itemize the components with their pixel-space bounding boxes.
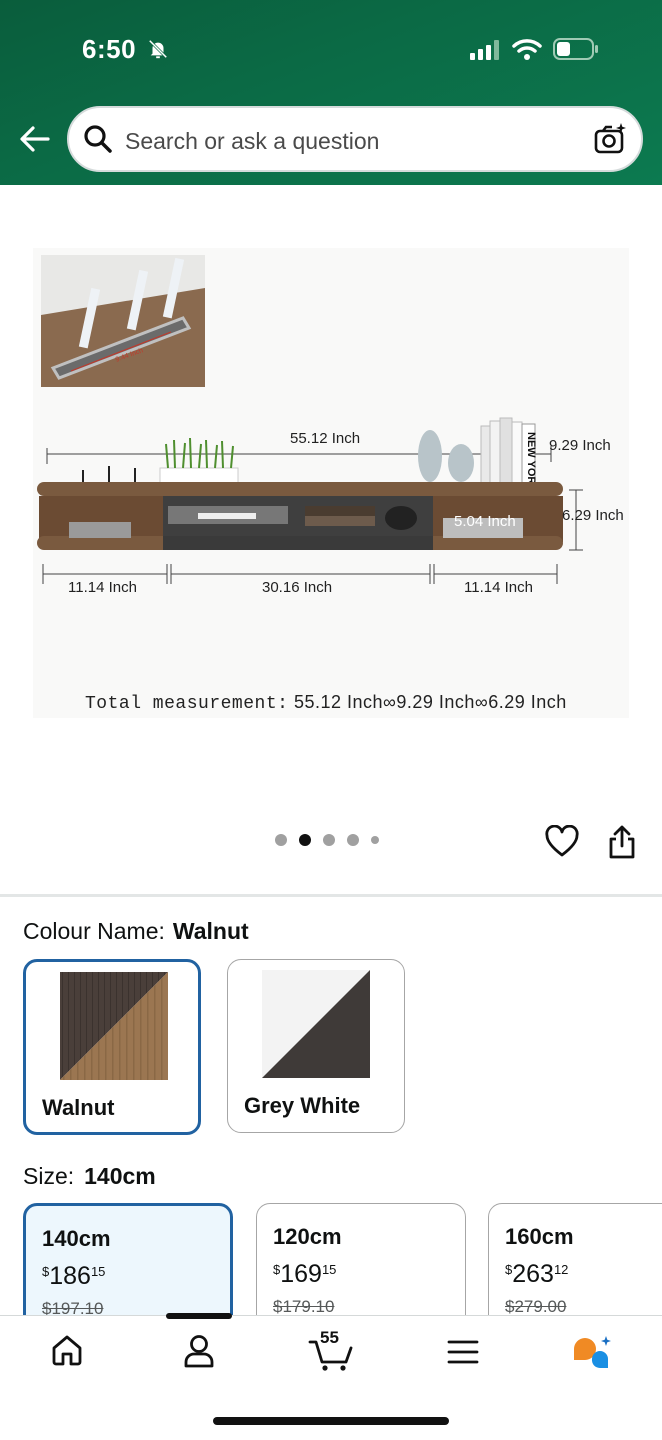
colour-option-walnut[interactable]: Walnut [23,959,201,1135]
home-indicator [213,1417,449,1425]
battery-icon [553,38,598,60]
depth-dimension: 9.29 Inch [549,437,611,454]
size-option-label: 140cm [42,1226,111,1251]
size-label: Size: 140cm [23,1163,156,1190]
app-header: 6:50 Search or ask a question [0,0,662,185]
left-section-dimension: 11.14 Inch [68,579,137,596]
size-option-price: $18615 [42,1262,106,1290]
total-measurement: Total measurement: 55.12 Inch∞9.29 Inch∞… [85,692,567,714]
colour-option-name: Grey White [244,1093,361,1118]
carousel-dot[interactable] [323,834,335,846]
size-selected-value: 140cm [84,1163,156,1189]
nav-active-indicator [166,1313,232,1319]
carousel-dot-active[interactable] [299,834,311,846]
wifi-icon [512,39,542,60]
carousel-dot[interactable] [347,834,359,846]
size-option-was-price: $279.00 [505,1297,567,1316]
inner-height-dimension: 5.04 Inch [454,513,516,530]
back-arrow-icon[interactable] [18,122,52,156]
heart-icon[interactable] [545,825,579,859]
signal-icon [470,40,499,60]
middle-section-dimension: 30.16 Inch [262,579,333,596]
total-measurement-value: 55.12 Inch∞9.29 Inch∞6.29 Inch [288,692,567,712]
colour-label-text: Colour Name: [23,918,165,944]
bell-muted-icon [148,39,168,59]
camera-search-icon[interactable] [593,122,627,156]
colour-label: Colour Name: Walnut [23,918,249,945]
search-bar[interactable]: Search or ask a question [67,106,643,172]
width-dimension: 55.12 Inch [290,430,361,447]
search-input[interactable]: Search or ask a question [125,128,379,155]
walnut-swatch-image [60,972,168,1080]
carousel-dot[interactable] [275,834,287,846]
size-option-label: 160cm [505,1224,574,1249]
size-label-text: Size: [23,1163,75,1189]
colour-selected-value: Walnut [172,918,249,944]
right-section-dimension: 11.14 Inch [464,579,533,596]
size-option-120cm[interactable]: 120cm $16915 $179.10 [256,1203,466,1333]
size-option-price: $16915 [273,1260,337,1288]
menu-icon[interactable] [447,1339,479,1365]
grey-white-swatch-image [262,970,370,1078]
colour-option-grey-white[interactable]: Grey White [227,959,405,1133]
status-time: 6:50 [82,34,137,64]
share-icon[interactable] [606,824,638,860]
carousel-dots[interactable] [275,834,379,846]
colour-option-name: Walnut [42,1095,115,1120]
cart-count-badge: 55 [320,1328,339,1347]
shelf-illustration: NEW YORK [37,255,583,584]
product-image[interactable]: NEW YORK 55.12 Inch 9.29 Inch 6.29 Inch … [33,248,629,718]
section-divider [0,894,662,897]
size-option-label: 120cm [273,1224,342,1249]
height-dimension: 6.29 Inch [562,507,624,524]
rufus-assistant-icon[interactable] [572,1335,614,1371]
carousel-dot[interactable] [371,836,379,844]
size-option-160cm[interactable]: 160cm $26312 $279.00 [488,1203,662,1333]
account-icon[interactable] [182,1333,216,1369]
size-option-price: $26312 [505,1260,569,1288]
search-icon [84,125,112,153]
size-option-was-price: $179.10 [273,1297,335,1316]
total-measurement-label: Total measurement: [85,694,289,714]
home-icon[interactable] [50,1333,84,1367]
